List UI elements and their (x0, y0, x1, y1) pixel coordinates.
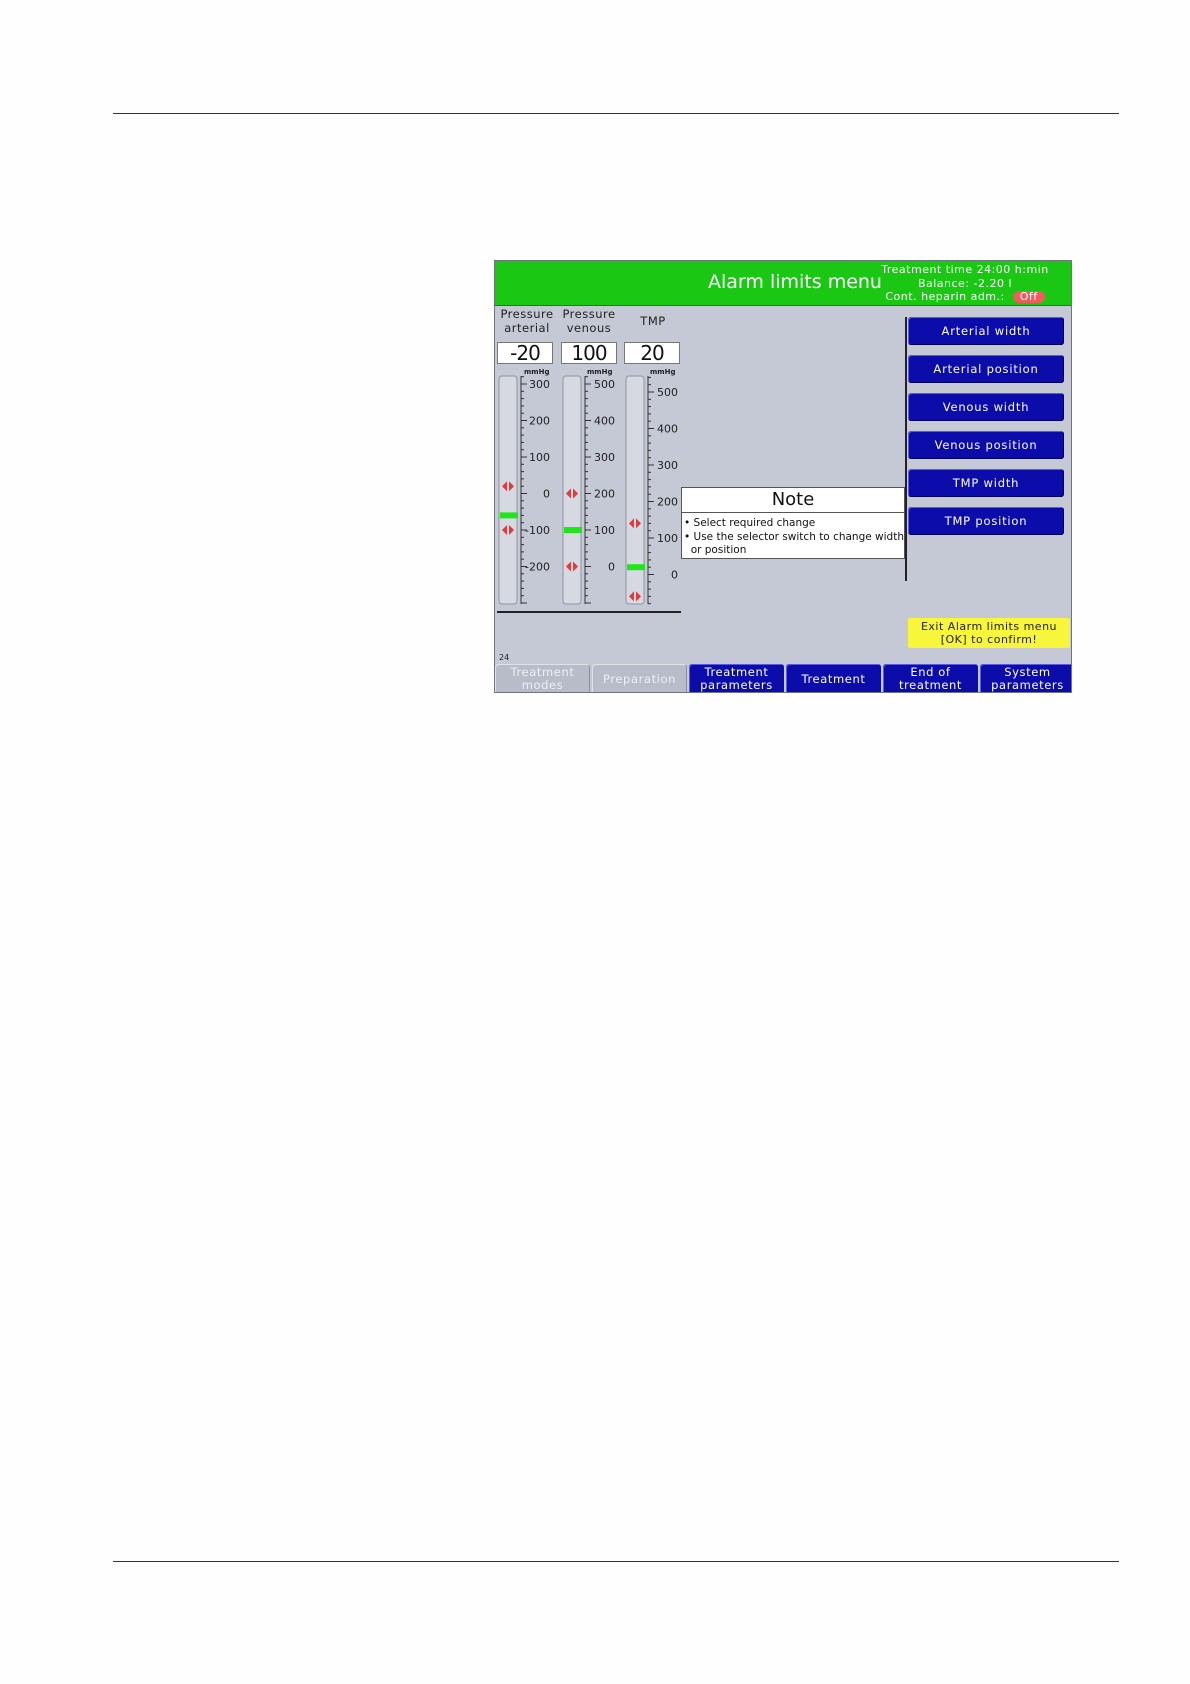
gauge-baseline (497, 611, 681, 613)
note-title: Note (682, 488, 904, 513)
gauge-tick-label: -100 (525, 524, 550, 537)
gauge-value-marker (500, 512, 518, 519)
tab-line: Preparation (602, 671, 677, 686)
gauge-tick-label: 0 (543, 488, 550, 501)
tab-line: modes (521, 678, 564, 692)
gauge-tick-label: 300 (594, 451, 615, 464)
gauge-tick-label: 400 (657, 423, 678, 436)
note-item: Use the selector switch to change width (684, 531, 904, 545)
gauge-tick-label: 200 (657, 496, 678, 509)
bottom-rule (113, 1561, 1119, 1562)
gauge-value-marker (627, 564, 645, 571)
gauge-tick-label: 0 (608, 561, 615, 574)
tmp-position-button[interactable]: TMP position (908, 507, 1064, 535)
tab-preparation[interactable]: Preparation (592, 664, 687, 692)
gauge-tick-label: 200 (529, 415, 550, 428)
gauge-tube (562, 375, 582, 605)
menu-divider-left (905, 317, 907, 581)
tab-line: treatment (898, 678, 963, 692)
tab-end-of-treatment[interactable]: End of treatment (883, 664, 978, 692)
exit-alarm-limits-button[interactable]: Exit Alarm limits menu [OK] to confirm! (908, 618, 1070, 648)
tab-system-parameters[interactable]: System parameters (980, 664, 1071, 692)
arterial-width-button[interactable]: Arterial width (908, 317, 1064, 345)
tmp-width-button[interactable]: TMP width (908, 469, 1064, 497)
gauge-tick-label: 100 (529, 451, 550, 464)
note-item-continued: or position (690, 544, 747, 556)
gauge-tick-label: 200 (594, 488, 615, 501)
gauge-value-marker (564, 527, 582, 533)
note-item: Select required change (684, 517, 904, 531)
note-list: Select required change Use the selector … (682, 517, 904, 558)
gauge-tick-label: -200 (525, 561, 550, 574)
exit-line2: [OK] to confirm! (940, 633, 1038, 646)
gauge-tick-label: 400 (594, 415, 615, 428)
exit-line1: Exit Alarm limits menu (920, 620, 1058, 633)
venous-width-button[interactable]: Venous width (908, 393, 1064, 421)
tab-line: parameters (991, 678, 1064, 692)
top-rule (113, 113, 1119, 114)
venous-position-button[interactable]: Venous position (908, 431, 1064, 459)
gauge-tick-label: 500 (657, 386, 678, 399)
gauge-tube (498, 375, 518, 605)
gauge-tick-label: 300 (657, 459, 678, 472)
note-box: Note Select required change Use the sele… (681, 487, 905, 559)
bottom-tab-bar: Treatment modes Preparation Treatment para… (495, 664, 1071, 692)
tab-treatment-parameters[interactable]: Treatment parameters (689, 664, 784, 692)
tab-line: Treatment (801, 671, 866, 686)
gauge-tick-label: 500 (594, 378, 615, 391)
gauge-tick-label: 0 (671, 569, 678, 582)
page-number: 24 (499, 653, 510, 662)
tab-treatment-modes[interactable]: Treatment modes (495, 664, 590, 692)
arterial-position-button[interactable]: Arterial position (908, 355, 1064, 383)
tab-line: parameters (700, 678, 773, 692)
gauge-tick-label: 100 (657, 532, 678, 545)
alarm-limits-screen: Alarm limits menu Treatment time 24:00 h… (494, 260, 1072, 693)
tab-treatment[interactable]: Treatment (786, 664, 881, 692)
gauge-tick-label: 100 (594, 524, 615, 537)
gauge-tick-label: 300 (529, 378, 550, 391)
